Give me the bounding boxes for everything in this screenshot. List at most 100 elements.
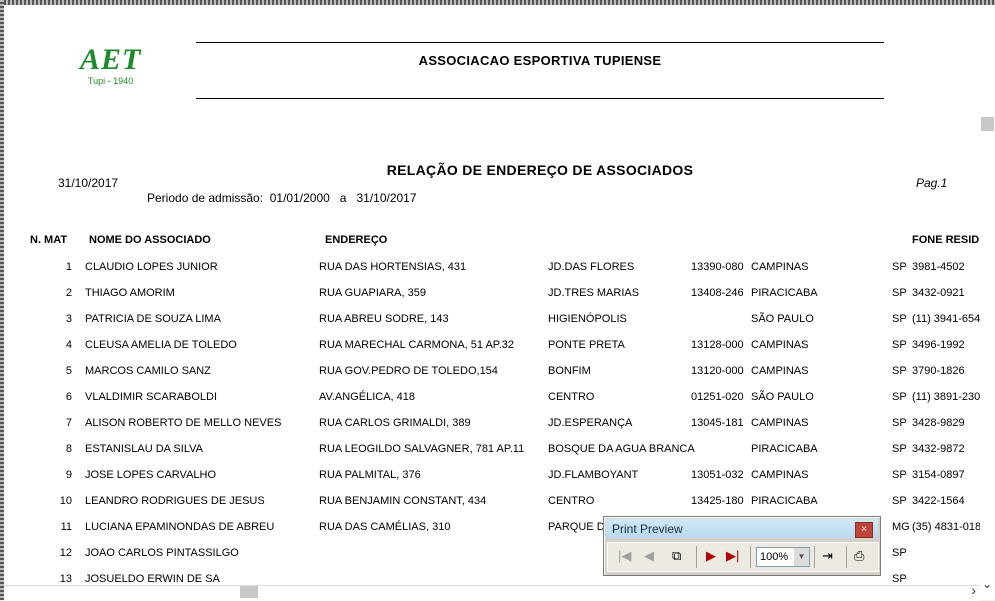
multiple-pages-button[interactable]: ⧉ — [672, 548, 681, 564]
cell-bairro: JD.DAS FLORES — [548, 261, 635, 273]
cell-address: RUA ABREU SODRE, 143 — [319, 313, 449, 325]
org-name: ASSOCIACAO ESPORTIVA TUPIENSE — [418, 53, 662, 68]
page-number: Pag.1 — [916, 176, 948, 190]
table-row: 8 ESTANISLAU DA SILVA RUA LEOGILDO SALVAGN… — [4, 443, 980, 463]
horizontal-scrollbar[interactable]: › — [4, 582, 980, 601]
first-page-button[interactable]: |◀ — [618, 548, 631, 564]
scroll-down-icon[interactable]: ⌄ — [982, 577, 992, 591]
close-button[interactable]: × — [855, 522, 873, 538]
cell-name: CLEUSA AMELIA DE TOLEDO — [85, 339, 237, 351]
table-row: 7 ALISON ROBERTO DE MELLO NEVES RUA CARLOS… — [4, 417, 980, 437]
cell-uf: SP — [892, 339, 907, 351]
cell-bairro: PONTE PRETA — [548, 339, 625, 351]
cell-uf: SP — [892, 417, 907, 429]
cell-phone: 3422-1564 — [912, 495, 965, 507]
preview-toolbar: |◀ ◀ ⧉ ▶ ▶| 100% ▼ ⇥ ⎙ — [607, 542, 879, 572]
cell-num: 2 — [65, 287, 72, 299]
cell-cep: 13051-032 — [691, 469, 744, 481]
cell-address: RUA CARLOS GRIMALDI, 389 — [319, 417, 471, 429]
cell-address: RUA PALMITAL, 376 — [319, 469, 421, 481]
toolbar-separator — [696, 546, 697, 568]
cell-cep: 01251-020 — [691, 391, 744, 403]
cell-bairro: JD.TRES MARIAS — [548, 287, 640, 299]
last-page-button[interactable]: ▶| — [726, 548, 739, 564]
cell-city: CAMPINAS — [751, 417, 809, 429]
cell-uf: SP — [892, 261, 907, 273]
cell-phone: 3981-4502 — [912, 261, 965, 273]
cell-bairro: HIGIENÓPOLIS — [548, 313, 627, 325]
print-preview-toolbar-window: Print Preview × |◀ ◀ ⧉ ▶ ▶| 100% ▼ ⇥ ⎙ — [603, 516, 881, 576]
zoom-select[interactable]: 100% ▼ — [756, 547, 810, 567]
cell-num: 3 — [65, 313, 72, 325]
cell-cep: 13408-246 — [691, 287, 744, 299]
cell-address: RUA GOV.PEDRO DE TOLEDO,154 — [319, 365, 498, 377]
cell-name: VLALDIMIR SCARABOLDI — [85, 391, 218, 403]
cell-name: LUCIANA EPAMINONDAS DE ABREU — [85, 521, 275, 533]
chevron-down-icon[interactable]: ▼ — [794, 548, 809, 566]
horizontal-scroll-thumb[interactable] — [240, 586, 258, 598]
admission-period: Periodo de admissão: 01/01/2000 a 31/10/… — [147, 191, 417, 205]
header-rule-bottom — [196, 98, 884, 99]
cell-uf: SP — [892, 365, 907, 377]
cell-uf: SP — [892, 313, 907, 325]
cell-city: CAMPINAS — [751, 469, 809, 481]
cell-name: THIAGO AMORIM — [85, 287, 175, 299]
report-title: RELAÇÃO DE ENDEREÇO DE ASSOCIADOS — [386, 162, 694, 178]
cell-city: PIRACICABA — [751, 495, 818, 507]
scroll-corner: ⌄ — [980, 577, 995, 600]
cell-num: 12 — [59, 547, 72, 559]
cell-uf: SP — [892, 495, 907, 507]
previous-page-button[interactable]: ◀ — [644, 548, 654, 564]
cell-num: 5 — [65, 365, 72, 377]
toolbar-separator — [750, 546, 751, 568]
table-row: 9 JOSE LOPES CARVALHO RUA PALMITAL, 376 JD.… — [4, 469, 980, 489]
cell-name: LEANDRO RODRIGUES DE JESUS — [85, 495, 265, 507]
report-page: AET Tupi - 1940 ASSOCIACAO ESPORTIVA TUP… — [4, 5, 980, 595]
next-page-button[interactable]: ▶ — [706, 548, 716, 564]
cell-phone: (11) 3941-654 — [912, 313, 980, 325]
cell-address: RUA BENJAMIN CONSTANT, 434 — [319, 495, 487, 507]
cell-phone: 3428-9829 — [912, 417, 965, 429]
cell-phone: (11) 3891-230 — [912, 391, 980, 403]
toolbar-separator — [814, 546, 815, 568]
cell-name: ALISON ROBERTO DE MELLO NEVES — [85, 417, 282, 429]
toolbar-titlebar[interactable]: Print Preview × — [606, 519, 878, 538]
zoom-value: 100% — [760, 551, 789, 563]
cell-uf: SP — [892, 573, 907, 585]
exit-preview-button[interactable]: ⇥ — [822, 548, 833, 564]
print-button[interactable]: ⎙ — [854, 548, 864, 564]
cell-cep: 13425-180 — [691, 495, 744, 507]
col-header-address: ENDEREÇO — [325, 234, 388, 246]
col-header-name: NOME DO ASSOCIADO — [89, 234, 211, 246]
cell-name: ESTANISLAU DA SILVA — [85, 443, 203, 455]
cell-city: CAMPINAS — [751, 339, 809, 351]
header-rule-top — [196, 42, 884, 43]
cell-uf: SP — [892, 391, 907, 403]
scroll-right-icon[interactable]: › — [971, 582, 976, 598]
cell-cep: 13045-181 — [691, 417, 744, 429]
cell-bairro: BONFIM — [548, 365, 591, 377]
cell-city: SÃO PAULO — [751, 313, 814, 325]
cell-num: 8 — [65, 443, 72, 455]
table-row: 5 MARCOS CAMILO SANZ RUA GOV.PEDRO DE TOLE… — [4, 365, 980, 385]
vertical-scrollbar[interactable] — [980, 5, 995, 585]
cell-phone: (35) 4831-018 — [912, 521, 980, 533]
vertical-scroll-thumb[interactable] — [981, 117, 994, 131]
cell-address: RUA GUAPIARA, 359 — [319, 287, 426, 299]
cell-bairro: BOSQUE DA AGUA BRANCA — [548, 443, 695, 455]
cell-num: 7 — [65, 417, 72, 429]
col-header-num: N. MAT — [30, 234, 68, 246]
cell-name: JOSUELDO ERWIN DE SA — [85, 573, 220, 585]
cell-name: JOSE LOPES CARVALHO — [85, 469, 217, 481]
cell-phone: 3432-9872 — [912, 443, 965, 455]
table-row: 3 PATRICIA DE SOUZA LIMA RUA ABREU SODRE, … — [4, 313, 980, 333]
cell-num: 9 — [65, 469, 72, 481]
cell-address: RUA LEOGILDO SALVAGNER, 781 AP.11 — [319, 443, 525, 455]
cell-uf: SP — [892, 547, 907, 559]
cell-city: CAMPINAS — [751, 261, 809, 273]
table-row: 2 THIAGO AMORIM RUA GUAPIARA, 359 JD.TRES M… — [4, 287, 980, 307]
cell-bairro: CENTRO — [548, 391, 595, 403]
cell-city: CAMPINAS — [751, 365, 809, 377]
table-row: 4 CLEUSA AMELIA DE TOLEDO RUA MARECHAL CAR… — [4, 339, 980, 359]
cell-uf: MG — [892, 521, 910, 533]
